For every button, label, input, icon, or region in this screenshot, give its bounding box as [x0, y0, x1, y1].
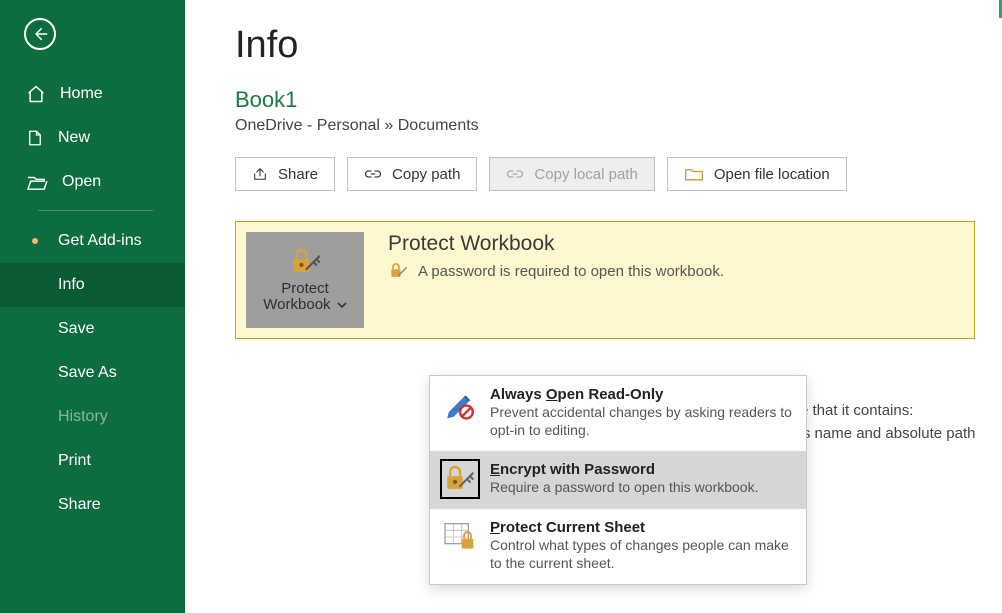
protect-status-text: A password is required to open this work…	[418, 263, 724, 280]
inspect-line1: re that it contains:	[795, 400, 975, 423]
nav-new[interactable]: New	[0, 116, 185, 160]
page-title: Info	[235, 24, 975, 67]
inspect-line2: r's name and absolute path	[795, 423, 975, 446]
protect-workbook-panel: Protect Workbook Protect Workbook A pass…	[235, 221, 975, 339]
sheet-lock-icon	[442, 519, 478, 555]
menu-item-title: Encrypt with Password	[490, 461, 792, 478]
nav-info[interactable]: Info	[0, 263, 185, 307]
nav-home[interactable]: Home	[0, 72, 185, 116]
breadcrumb: OneDrive - Personal » Documents	[235, 117, 975, 135]
nav-open[interactable]: Open	[0, 160, 185, 204]
new-file-icon	[26, 128, 44, 148]
link-icon	[506, 168, 524, 180]
copy-path-button[interactable]: Copy path	[347, 157, 477, 191]
file-actions-row: Share Copy path Copy local path Open fil…	[235, 157, 975, 191]
menu-encrypt-password[interactable]: Encrypt with Password Require a password…	[430, 451, 806, 509]
pencil-prohibit-icon	[442, 386, 478, 422]
arrow-left-icon	[32, 26, 48, 42]
nav-label: Get Add-ins	[58, 232, 142, 250]
nav-label: Save	[58, 320, 94, 338]
tile-line2: Workbook	[263, 296, 330, 313]
button-label: Open file location	[714, 166, 830, 183]
nav-label: Save As	[58, 364, 117, 382]
chevron-down-icon	[337, 301, 347, 309]
nav-get-addins[interactable]: Get Add-ins	[0, 219, 185, 263]
nav-label: Open	[62, 173, 101, 191]
lock-small-icon	[388, 262, 408, 280]
nav-print[interactable]: Print	[0, 439, 185, 483]
protect-title: Protect Workbook	[388, 232, 724, 256]
back-button[interactable]	[24, 18, 56, 50]
share-icon	[252, 166, 268, 182]
backstage-sidebar: Home New Open Get Add-ins Info Save Save…	[0, 0, 185, 613]
protect-workbook-button[interactable]: Protect Workbook	[246, 232, 364, 328]
nav-save[interactable]: Save	[0, 307, 185, 351]
folder-open-icon	[26, 173, 48, 191]
menu-item-title: Protect Current Sheet	[490, 519, 792, 536]
info-page: Info Book1 OneDrive - Personal » Documen…	[185, 0, 1002, 613]
lock-key-icon	[288, 247, 322, 277]
protect-description: Protect Workbook A password is required …	[388, 232, 724, 328]
nav-label: Info	[58, 276, 85, 294]
protect-workbook-dropdown: Always Open Read-Only Prevent accidental…	[429, 375, 807, 585]
menu-item-title: Always Open Read-Only	[490, 386, 792, 403]
button-label: Share	[278, 166, 318, 183]
nav-save-as[interactable]: Save As	[0, 351, 185, 395]
nav-label: History	[58, 408, 108, 426]
link-icon	[364, 168, 382, 180]
document-title: Book1	[235, 87, 975, 113]
inspect-partial-text: re that it contains: r's name and absolu…	[795, 400, 975, 445]
menu-open-read-only[interactable]: Always Open Read-Only Prevent accidental…	[430, 376, 806, 451]
menu-protect-current-sheet[interactable]: Protect Current Sheet Control what types…	[430, 509, 806, 584]
copy-local-path-button: Copy local path	[489, 157, 654, 191]
home-icon	[26, 84, 46, 104]
button-label: Copy path	[392, 166, 460, 183]
nav-label: Share	[58, 496, 101, 514]
sidebar-separator	[38, 210, 153, 211]
nav-label: Home	[60, 85, 103, 103]
folder-icon	[684, 166, 704, 182]
button-label: Copy local path	[534, 166, 637, 183]
tile-line1: Protect	[281, 280, 329, 297]
new-indicator-dot-icon	[32, 238, 38, 244]
nav-history[interactable]: History	[0, 395, 185, 439]
menu-item-subtitle: Control what types of changes people can…	[490, 537, 792, 572]
nav-label: Print	[58, 452, 91, 470]
lock-key-icon	[442, 461, 478, 497]
open-file-location-button[interactable]: Open file location	[667, 157, 847, 191]
share-button[interactable]: Share	[235, 157, 335, 191]
menu-item-subtitle: Prevent accidental changes by asking rea…	[490, 404, 792, 439]
nav-label: New	[58, 129, 90, 147]
menu-item-subtitle: Require a password to open this workbook…	[490, 479, 792, 497]
nav-share[interactable]: Share	[0, 483, 185, 527]
